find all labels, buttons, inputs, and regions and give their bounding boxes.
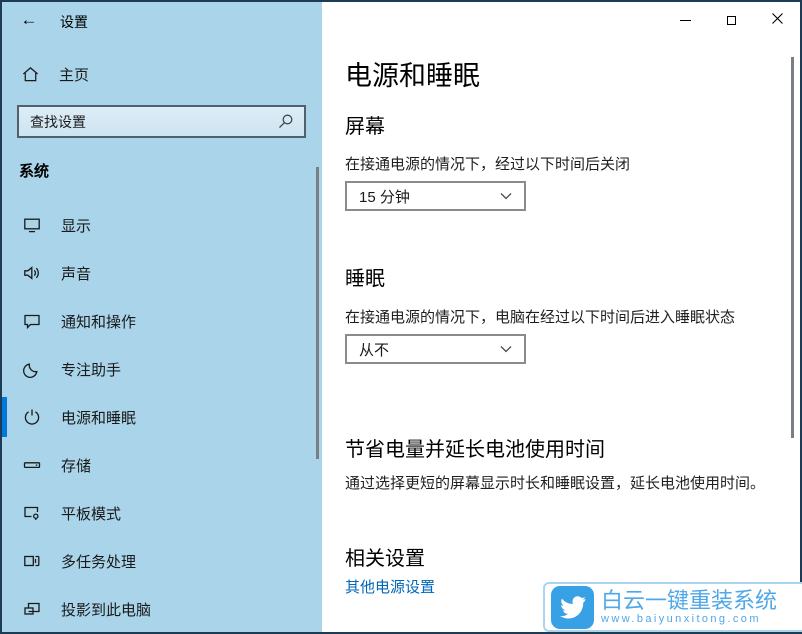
settings-window: ← 设置 主页 系统 xyxy=(0,0,802,634)
watermark-url: www.baiyunxitong.com xyxy=(601,613,777,626)
search-box[interactable] xyxy=(17,105,306,138)
sidebar-section-system: 系统 xyxy=(19,160,49,181)
screen-section-heading: 屏幕 xyxy=(345,110,385,139)
sidebar-nav: 显示 声音 通知和操作 xyxy=(2,201,322,633)
maximize-icon xyxy=(727,16,736,25)
sleep-timeout-value: 从不 xyxy=(359,339,389,360)
sidebar-item-notifications[interactable]: 通知和操作 xyxy=(2,297,322,345)
minimize-button[interactable] xyxy=(662,2,708,38)
sidebar-item-power-sleep[interactable]: 电源和睡眠 xyxy=(2,393,322,441)
chevron-down-icon xyxy=(500,192,512,200)
watermark-banner: 白云一键重装系统 www.baiyunxitong.com xyxy=(543,582,802,632)
storage-icon xyxy=(22,455,42,475)
window-controls xyxy=(662,2,800,38)
sidebar-item-label: 显示 xyxy=(61,215,91,236)
screen-section-description: 在接通电源的情况下，经过以下时间后关闭 xyxy=(345,153,630,174)
watermark-brand: 白云一键重装系统 xyxy=(601,589,777,613)
home-label: 主页 xyxy=(59,64,89,85)
sidebar-item-label: 专注助手 xyxy=(61,359,121,380)
minimize-icon xyxy=(680,20,691,21)
search-icon[interactable] xyxy=(277,113,294,130)
main-panel: 电源和睡眠 屏幕 在接通电源的情况下，经过以下时间后关闭 15 分钟 睡眠 在接… xyxy=(322,2,800,632)
sidebar-item-focus-assist[interactable]: 专注助手 xyxy=(2,345,322,393)
sidebar-item-label: 平板模式 xyxy=(61,503,121,524)
sidebar-item-storage[interactable]: 存储 xyxy=(2,441,322,489)
multitasking-icon xyxy=(22,551,42,571)
sidebar-item-label: 电源和睡眠 xyxy=(61,407,136,428)
display-icon xyxy=(22,215,42,235)
search-input[interactable] xyxy=(19,114,277,130)
sidebar-item-home[interactable]: 主页 xyxy=(21,64,89,85)
watermark-text: 白云一键重装系统 www.baiyunxitong.com xyxy=(601,589,777,626)
sleep-timeout-select[interactable]: 从不 xyxy=(345,334,526,364)
chevron-down-icon xyxy=(500,345,512,353)
sidebar-item-display[interactable]: 显示 xyxy=(2,201,322,249)
notifications-icon xyxy=(22,311,42,331)
sidebar-item-label: 存储 xyxy=(61,455,91,476)
additional-power-settings-link[interactable]: 其他电源设置 xyxy=(345,576,435,597)
screen-timeout-select[interactable]: 15 分钟 xyxy=(345,181,526,211)
sleep-section-heading: 睡眠 xyxy=(345,262,385,291)
app-title: 设置 xyxy=(60,12,88,32)
sidebar-item-multitasking[interactable]: 多任务处理 xyxy=(2,537,322,585)
battery-section-heading: 节省电量并延长电池使用时间 xyxy=(345,433,605,462)
sidebar-item-sound[interactable]: 声音 xyxy=(2,249,322,297)
sidebar-item-label: 通知和操作 xyxy=(61,311,136,332)
sidebar-item-label: 多任务处理 xyxy=(61,551,136,572)
main-scrollbar[interactable] xyxy=(791,57,794,438)
projecting-icon xyxy=(22,599,42,619)
sidebar-item-projecting[interactable]: 投影到此电脑 xyxy=(2,585,322,633)
sidebar-scrollbar[interactable] xyxy=(316,167,319,459)
tablet-mode-icon xyxy=(22,503,42,523)
sidebar-item-label: 声音 xyxy=(61,263,91,284)
maximize-button[interactable] xyxy=(708,2,754,38)
sound-icon xyxy=(22,263,42,283)
back-button[interactable]: ← xyxy=(17,8,41,32)
sidebar: ← 设置 主页 系统 xyxy=(2,2,322,632)
page-title: 电源和睡眠 xyxy=(345,54,480,93)
home-icon xyxy=(21,65,40,84)
focus-assist-icon xyxy=(22,359,42,379)
watermark-bird-icon xyxy=(551,586,594,629)
sidebar-item-label: 投影到此电脑 xyxy=(61,599,151,620)
sleep-section-description: 在接通电源的情况下，电脑在经过以下时间后进入睡眠状态 xyxy=(345,306,735,327)
related-settings-heading: 相关设置 xyxy=(345,542,425,571)
screen-timeout-value: 15 分钟 xyxy=(359,186,410,207)
sidebar-item-tablet-mode[interactable]: 平板模式 xyxy=(2,489,322,537)
battery-section-description: 通过选择更短的屏幕显示时长和睡眠设置，延长电池使用时间。 xyxy=(345,472,765,493)
power-icon xyxy=(22,407,42,427)
close-icon xyxy=(772,11,783,29)
close-button[interactable] xyxy=(754,2,800,38)
